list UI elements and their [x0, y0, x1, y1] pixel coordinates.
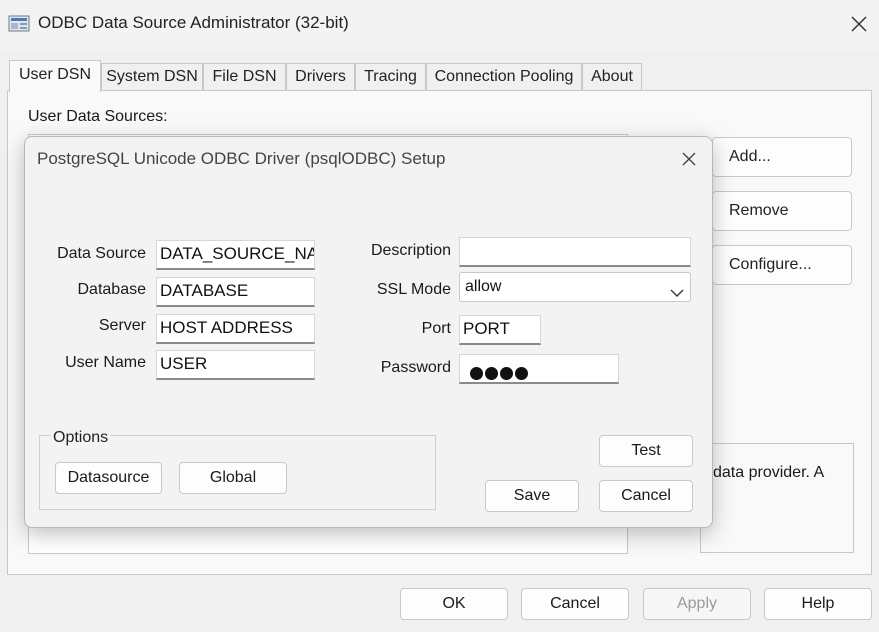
user-name-label: User Name [65, 354, 146, 371]
ssl-mode-label: SSL Mode [376, 281, 451, 298]
ssl-mode-value: allow [465, 278, 502, 295]
tab-system-dsn[interactable]: System DSN [101, 63, 203, 91]
add-button[interactable]: Add... [712, 137, 852, 177]
remove-button[interactable]: Remove [712, 191, 852, 231]
database-label: Database [77, 281, 147, 298]
dialog-title: PostgreSQL Unicode ODBC Driver (psqlODBC… [37, 149, 446, 168]
password-dot [500, 367, 513, 380]
configure-button[interactable]: Configure... [712, 245, 852, 285]
user-name-field[interactable]: USER [156, 350, 315, 380]
description-text: data provider. A [713, 464, 825, 481]
odbc-admin-icon [8, 14, 30, 34]
data-source-label: Data Source [57, 245, 146, 262]
password-dot [485, 367, 498, 380]
options-legend: Options [51, 429, 111, 447]
cancel-button[interactable]: Cancel [521, 588, 629, 620]
test-button[interactable]: Test [599, 435, 693, 467]
user-data-sources-label: User Data Sources: [28, 108, 168, 125]
close-icon[interactable] [845, 10, 873, 38]
description-field[interactable] [459, 237, 691, 267]
password-dot [515, 367, 528, 380]
server-field[interactable]: HOST ADDRESS [156, 314, 315, 344]
tab-file-dsn[interactable]: File DSN [203, 63, 286, 91]
dialog-cancel-button[interactable]: Cancel [599, 480, 693, 512]
port-label: Port [421, 320, 451, 337]
title-bar: ODBC Data Source Administrator (32-bit) [0, 0, 879, 50]
window-title: ODBC Data Source Administrator (32-bit) [38, 13, 349, 32]
tab-about[interactable]: About [582, 63, 642, 91]
database-field[interactable]: DATABASE [156, 277, 315, 307]
tab-drivers[interactable]: Drivers [286, 63, 355, 91]
description-label: Description [370, 242, 451, 259]
description-groupbox: data provider. A [700, 443, 854, 553]
psqlodbc-setup-dialog: PostgreSQL Unicode ODBC Driver (psqlODBC… [24, 136, 713, 528]
ok-button[interactable]: OK [400, 588, 508, 620]
chevron-down-icon [670, 281, 684, 297]
server-label: Server [98, 317, 146, 334]
datasource-button[interactable]: Datasource [55, 462, 162, 494]
password-mask [470, 362, 530, 382]
data-source-field[interactable]: DATA_SOURCE_NA [156, 240, 315, 270]
tab-tracing[interactable]: Tracing [355, 63, 426, 91]
tab-strip: User DSN System DSN File DSN Drivers Tra… [0, 60, 879, 92]
password-field[interactable] [459, 354, 619, 384]
tab-connection-pooling[interactable]: Connection Pooling [426, 63, 582, 91]
port-field[interactable]: PORT [459, 315, 541, 345]
tab-user-dsn[interactable]: User DSN [9, 60, 101, 92]
save-button[interactable]: Save [485, 480, 579, 512]
password-dot [470, 367, 483, 380]
apply-button[interactable]: Apply [643, 588, 751, 620]
close-icon[interactable] [677, 147, 701, 171]
ssl-mode-select[interactable]: allow [459, 272, 691, 302]
help-button[interactable]: Help [764, 588, 872, 620]
global-button[interactable]: Global [179, 462, 287, 494]
password-label: Password [380, 359, 451, 376]
